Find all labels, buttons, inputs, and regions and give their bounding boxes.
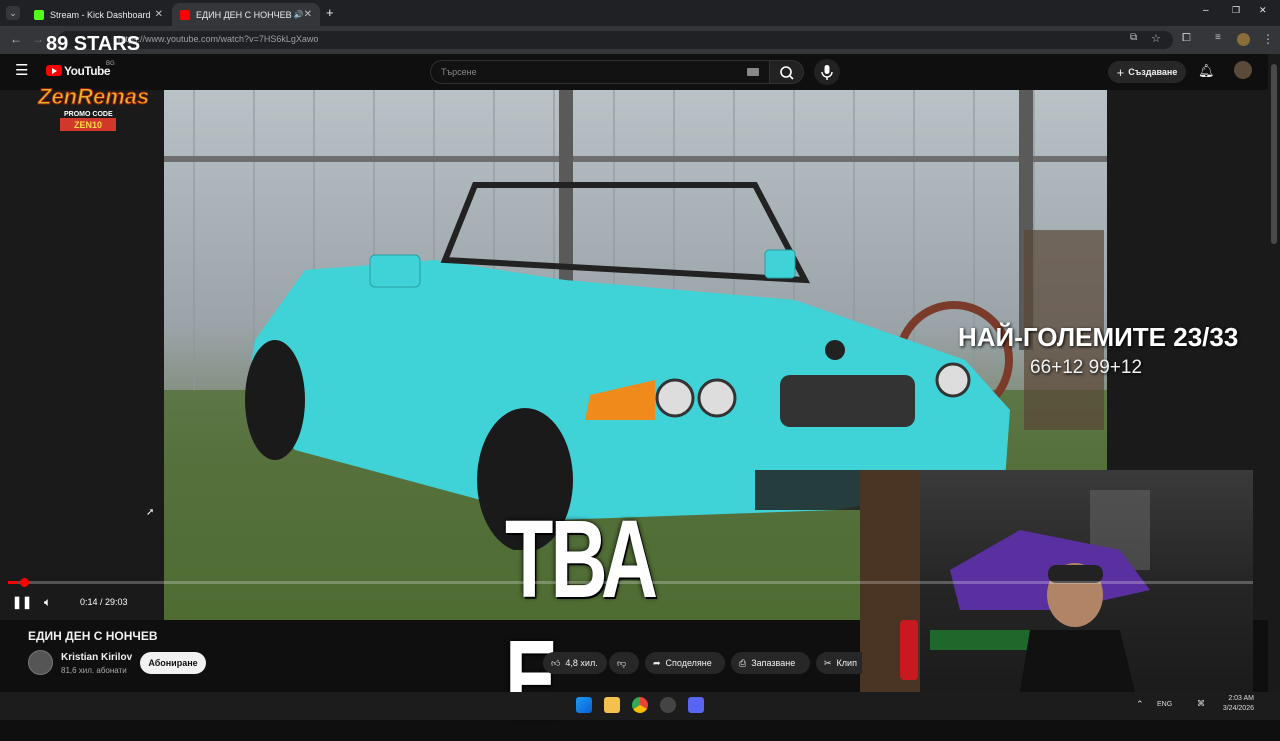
subscribe-button[interactable]: Абониране bbox=[140, 652, 206, 674]
thumbs-up-icon: 👍︎ bbox=[551, 657, 561, 668]
volume-icon[interactable]: 🔈︎ bbox=[44, 595, 51, 610]
time-display: 0:14 / 29:03 bbox=[80, 597, 128, 607]
plus-icon: + bbox=[1116, 64, 1125, 80]
new-tab-button[interactable]: + bbox=[326, 5, 334, 20]
channel-name[interactable]: Kristian Kirilov bbox=[61, 652, 132, 663]
overlay-subline: 66+12 99+12 bbox=[1030, 357, 1143, 378]
browser-tab-bar: ⌄ Stream - Kick Dashboard ✕ ЕДИН ДЕН С Н… bbox=[0, 0, 1280, 26]
minimize-button[interactable]: – bbox=[1203, 5, 1209, 16]
tab-kick-dashboard[interactable]: Stream - Kick Dashboard ✕ bbox=[26, 3, 171, 26]
scissors-icon: ✂ bbox=[824, 657, 832, 668]
save-label: Запазване bbox=[751, 658, 796, 668]
bookmark-icon: ⎙ bbox=[739, 657, 747, 668]
extensions-icon[interactable]: ⧠ bbox=[1182, 32, 1191, 45]
obs-icon[interactable] bbox=[660, 697, 676, 713]
tab-youtube-video[interactable]: ЕДИН ДЕН С НОНЧЕВ - Yo 🔊 ✕ bbox=[172, 3, 320, 26]
video-caption: ТВА Е bbox=[505, 498, 658, 741]
tab-title: Stream - Kick Dashboard bbox=[50, 9, 151, 20]
profile-avatar[interactable] bbox=[1237, 33, 1250, 46]
discord-icon[interactable] bbox=[688, 697, 704, 713]
create-button[interactable]: + Създаване bbox=[1108, 61, 1186, 83]
video-title: ЕДИН ДЕН С НОНЧЕВ bbox=[28, 629, 158, 643]
scrollbar-thumb[interactable] bbox=[1271, 64, 1277, 244]
dislike-button[interactable]: 👎︎ bbox=[609, 652, 639, 674]
mouse-cursor: ➚ bbox=[146, 507, 155, 518]
share-icon: ➦ bbox=[653, 657, 661, 668]
language-indicator[interactable]: ENG bbox=[1157, 701, 1172, 708]
back-icon[interactable]: ← bbox=[10, 32, 22, 46]
progress-bar[interactable] bbox=[8, 581, 1253, 584]
tab-title: ЕДИН ДЕН С НОНЧЕВ - Yo bbox=[196, 9, 292, 20]
audio-playing-icon[interactable]: 🔊 bbox=[294, 10, 304, 19]
create-label: Създаване bbox=[1128, 67, 1178, 77]
tray-chevron-icon[interactable]: ⌃ bbox=[1136, 699, 1144, 710]
progress-scrubber[interactable] bbox=[20, 578, 29, 587]
microphone-icon bbox=[821, 65, 833, 80]
brand-top-text: 89 STARS bbox=[46, 33, 140, 55]
notifications-bell-icon[interactable]: 🔔︎ bbox=[1198, 63, 1215, 79]
taskbar-time[interactable]: 2:03 AM bbox=[1222, 695, 1254, 702]
voice-search-button[interactable] bbox=[814, 59, 840, 85]
keyboard-icon[interactable] bbox=[747, 68, 759, 76]
tab-search-button[interactable]: ⌄ bbox=[6, 6, 20, 20]
save-button[interactable]: ⎙ Запазване bbox=[731, 652, 810, 674]
promo-code-text: ZEN10 bbox=[74, 120, 102, 130]
media-control-icon[interactable]: ≡ bbox=[1215, 32, 1221, 43]
search-icon bbox=[780, 66, 794, 80]
share-label: Споделяне bbox=[665, 658, 712, 668]
account-avatar[interactable] bbox=[1234, 61, 1252, 79]
close-icon[interactable]: ✕ bbox=[304, 9, 312, 20]
share-button[interactable]: ➦ Споделяне bbox=[645, 652, 725, 674]
clip-label: Клип bbox=[836, 658, 857, 668]
taskbar-date[interactable]: 3/24/2026 bbox=[1216, 705, 1254, 712]
youtube-icon bbox=[180, 9, 190, 20]
promo-label-text: PROMO CODE bbox=[64, 111, 113, 118]
pause-icon[interactable]: ❚❚ bbox=[12, 595, 32, 609]
maximize-button[interactable]: ❐ bbox=[1232, 5, 1240, 16]
progress-fill bbox=[8, 581, 18, 584]
url-text: https://www.youtube.com/watch?v=7HS6kLgX… bbox=[118, 34, 319, 44]
network-volume-icon[interactable]: ⌘ bbox=[1197, 699, 1205, 708]
close-window-button[interactable]: ✕ bbox=[1259, 5, 1267, 16]
search-button[interactable] bbox=[770, 60, 804, 84]
like-count: 4,8 хил. bbox=[565, 658, 598, 668]
clip-button[interactable]: ✂ Клип bbox=[816, 652, 862, 674]
brand-main-text: ZenRemasta bbox=[37, 84, 148, 109]
thumbs-down-icon: 👎︎ bbox=[617, 657, 627, 668]
bookmark-star-icon[interactable]: ☆ bbox=[1151, 32, 1161, 45]
browser-menu-icon[interactable]: ⋮ bbox=[1262, 32, 1274, 46]
streamer-promo-logo: 89 STARS ZenRemasta PROMO CODE ZEN10 bbox=[37, 33, 148, 131]
address-bar[interactable]: https://www.youtube.com/watch?v=7HS6kLgX… bbox=[58, 31, 1173, 49]
windows-start-icon[interactable] bbox=[576, 697, 592, 713]
channel-avatar[interactable] bbox=[28, 650, 53, 675]
cast-icon[interactable]: ⧉ bbox=[1130, 32, 1137, 43]
subscriber-count: 81,6 хил. абонати bbox=[61, 666, 127, 675]
like-button[interactable]: 👍︎ 4,8 хил. bbox=[543, 652, 607, 674]
hamburger-menu-icon[interactable]: ☰ bbox=[15, 63, 28, 78]
overlay-headline: НАЙ-ГОЛЕМИТЕ 23/33 bbox=[958, 322, 1239, 352]
kick-icon bbox=[34, 9, 44, 20]
file-explorer-icon[interactable] bbox=[604, 697, 620, 713]
chrome-icon[interactable] bbox=[632, 697, 648, 713]
close-icon[interactable]: ✕ bbox=[155, 9, 163, 20]
search-input[interactable]: Търсене bbox=[430, 60, 770, 84]
search-placeholder: Търсене bbox=[441, 67, 477, 77]
